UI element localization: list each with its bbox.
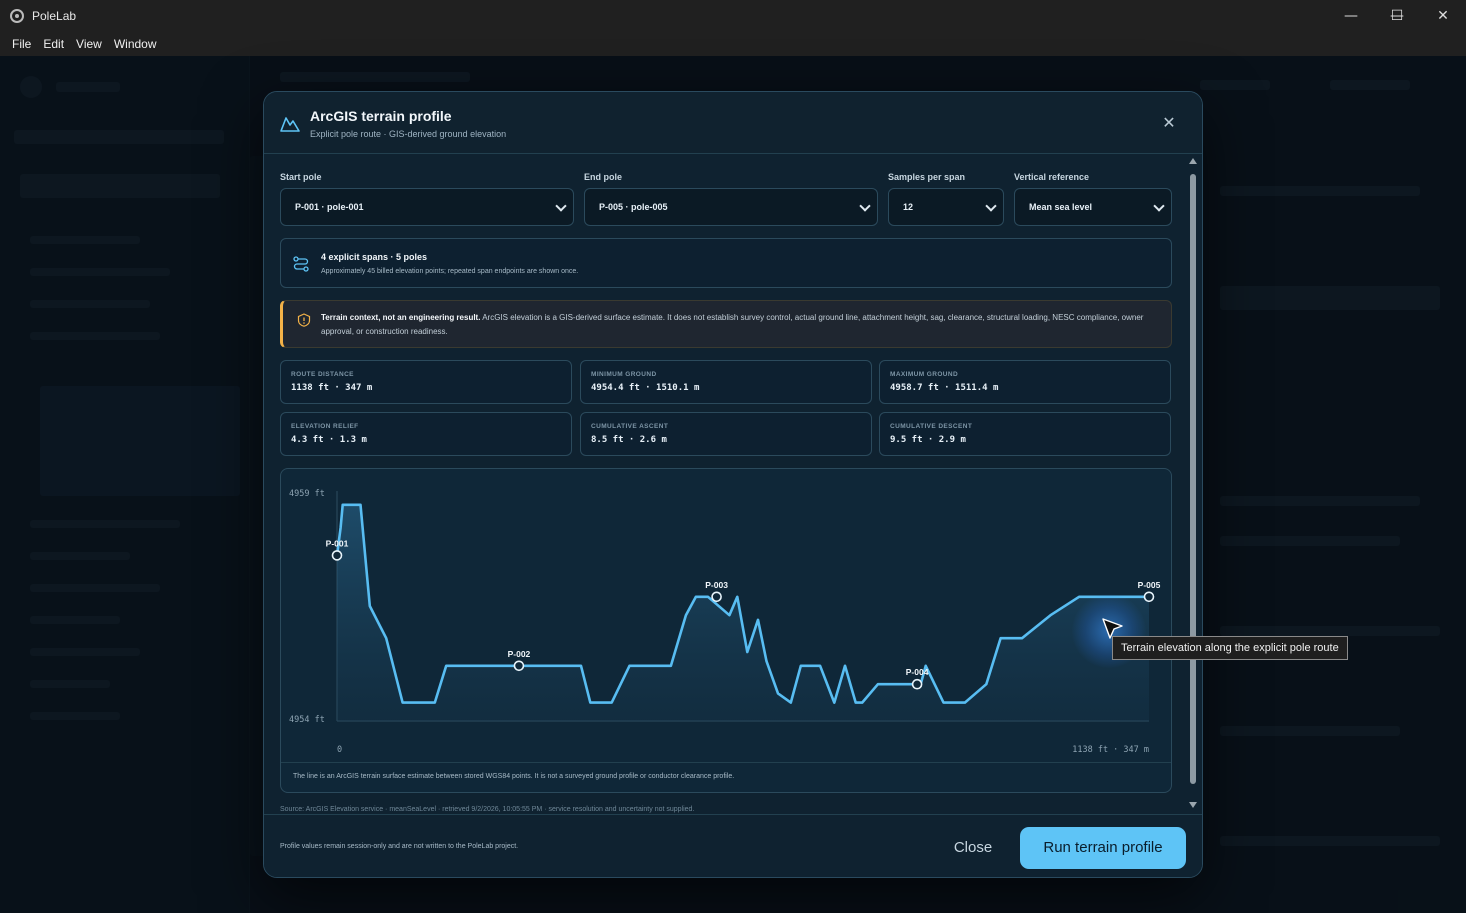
end-pole-label: End pole bbox=[584, 172, 622, 182]
stat-value: 9.5 ft · 2.9 m bbox=[890, 435, 966, 445]
chevron-down-icon bbox=[985, 200, 997, 212]
chart-tooltip: Terrain elevation along the explicit pol… bbox=[1112, 636, 1348, 660]
stat-cumulative-descent: CUMULATIVE DESCENT 9.5 ft · 2.9 m bbox=[879, 412, 1171, 456]
end-pole-value: P-005 · pole-005 bbox=[599, 202, 668, 212]
chevron-down-icon bbox=[1153, 200, 1165, 212]
pole-marker-p-002[interactable] bbox=[513, 660, 525, 672]
stat-elevation-relief: ELEVATION RELIEF 4.3 ft · 1.3 m bbox=[280, 412, 572, 456]
pole-label-p-003: P-003 bbox=[705, 580, 728, 590]
stat-value: 4.3 ft · 1.3 m bbox=[291, 435, 367, 445]
mountain-icon bbox=[280, 117, 300, 132]
x-start-label: 0 bbox=[337, 745, 342, 755]
stat-value: 8.5 ft · 2.6 m bbox=[591, 435, 667, 445]
stat-label: CUMULATIVE ASCENT bbox=[591, 423, 669, 430]
menu-edit[interactable]: Edit bbox=[39, 35, 68, 53]
terrain-profile-chart-card: 4959 ft 4954 ft 0 1138 ft · 347 m P-001 P… bbox=[280, 468, 1172, 793]
dialog-close-icon[interactable]: ✕ bbox=[1158, 112, 1180, 134]
vertical-reference-value: Mean sea level bbox=[1029, 202, 1093, 212]
pole-label-p-005: P-005 bbox=[1138, 580, 1161, 590]
pole-marker-p-003[interactable] bbox=[711, 591, 722, 603]
chevron-down-icon bbox=[555, 200, 567, 212]
samples-value: 12 bbox=[903, 202, 914, 212]
stat-label: MINIMUM GROUND bbox=[591, 371, 657, 378]
stat-maximum-ground: MAXIMUM GROUND 4958.7 ft · 1511.4 m bbox=[879, 360, 1171, 404]
pole-label-p-004: P-004 bbox=[906, 667, 929, 677]
source-attribution: Source: ArcGIS Elevation service · meanS… bbox=[280, 806, 695, 813]
terrain-profile-dialog: ArcGIS terrain profile Explicit pole rou… bbox=[263, 91, 1203, 878]
menu-view[interactable]: View bbox=[72, 35, 106, 53]
scroll-down-icon[interactable] bbox=[1189, 802, 1197, 808]
dialog-header: ArcGIS terrain profile Explicit pole rou… bbox=[264, 92, 1202, 154]
app-logo-icon bbox=[10, 9, 24, 23]
terrain-profile-chart: 4959 ft 4954 ft 0 1138 ft · 347 m P-001 P… bbox=[289, 489, 1161, 755]
dialog-scrollbar[interactable] bbox=[1186, 158, 1200, 810]
stat-value: 4954.4 ft · 1510.1 m bbox=[591, 383, 700, 393]
menu-window[interactable]: Window bbox=[110, 35, 161, 53]
summary-subtitle: Approximately 45 billed elevation points… bbox=[321, 268, 579, 275]
close-window-button[interactable]: ✕ bbox=[1420, 0, 1466, 32]
start-pole-select[interactable]: P-001 · pole-001 bbox=[280, 188, 574, 226]
title-bar: PoleLab — bbox=[0, 0, 1466, 32]
x-end-label: 1138 ft · 347 m bbox=[1072, 745, 1149, 755]
route-icon bbox=[293, 256, 309, 272]
dialog-title: ArcGIS terrain profile bbox=[310, 108, 452, 124]
stat-cumulative-ascent: CUMULATIVE ASCENT 8.5 ft · 2.6 m bbox=[580, 412, 872, 456]
warning-lead: Terrain context, not an engineering resu… bbox=[321, 313, 481, 322]
profile-area bbox=[337, 504, 1149, 721]
stat-route-distance: ROUTE DISTANCE 1138 ft · 347 m bbox=[280, 360, 572, 404]
dialog-subtitle: Explicit pole route · GIS-derived ground… bbox=[310, 129, 507, 139]
warning-icon bbox=[297, 313, 311, 327]
summary-title: 4 explicit spans · 5 poles bbox=[321, 252, 428, 262]
stat-label: ELEVATION RELIEF bbox=[291, 423, 359, 430]
vertical-reference-label: Vertical reference bbox=[1014, 172, 1090, 182]
pole-label-p-001: P-001 bbox=[326, 538, 349, 548]
end-pole-select[interactable]: P-005 · pole-005 bbox=[584, 188, 878, 226]
maximize-window-button[interactable]: ☐ bbox=[1374, 0, 1420, 32]
scroll-up-icon[interactable] bbox=[1189, 158, 1197, 164]
y-bottom-label: 4954 ft bbox=[289, 715, 325, 725]
stat-value: 1138 ft · 347 m bbox=[291, 383, 373, 393]
y-top-label: 4959 ft bbox=[289, 489, 325, 499]
footer-note: Profile values remain session-only and a… bbox=[280, 843, 519, 850]
stat-minimum-ground: MINIMUM GROUND 4954.4 ft · 1510.1 m bbox=[580, 360, 872, 404]
chevron-down-icon bbox=[859, 200, 871, 212]
stat-label: ROUTE DISTANCE bbox=[291, 371, 354, 378]
samples-select[interactable]: 12 bbox=[888, 188, 1004, 226]
vertical-reference-select[interactable]: Mean sea level bbox=[1014, 188, 1172, 226]
pole-label-p-002: P-002 bbox=[508, 649, 531, 659]
dialog-footer: Profile values remain session-only and a… bbox=[264, 814, 1202, 877]
samples-label: Samples per span bbox=[888, 172, 966, 182]
pole-marker-p-005[interactable] bbox=[1143, 591, 1155, 603]
chart-divider bbox=[281, 762, 1171, 763]
run-terrain-profile-button[interactable]: Run terrain profile bbox=[1020, 827, 1186, 869]
pole-marker-p-004[interactable] bbox=[911, 678, 923, 690]
menu-file[interactable]: File bbox=[8, 35, 35, 53]
close-button[interactable]: Close bbox=[944, 835, 1002, 861]
terrain-warning: Terrain context, not an engineering resu… bbox=[280, 300, 1172, 348]
stat-label: MAXIMUM GROUND bbox=[890, 371, 959, 378]
minimize-window-button[interactable]: — bbox=[1328, 0, 1374, 32]
start-pole-value: P-001 · pole-001 bbox=[295, 202, 364, 212]
route-summary: 4 explicit spans · 5 poles Approximately… bbox=[280, 238, 1172, 288]
pole-marker-p-001[interactable] bbox=[331, 550, 343, 561]
start-pole-label: Start pole bbox=[280, 172, 322, 182]
window-title: PoleLab bbox=[32, 9, 77, 23]
warning-text: Terrain context, not an engineering resu… bbox=[321, 311, 1161, 339]
stat-value: 4958.7 ft · 1511.4 m bbox=[890, 383, 999, 393]
chart-note: The line is an ArcGIS terrain surface es… bbox=[293, 773, 735, 780]
menu-bar: File Edit View Window bbox=[0, 32, 1466, 56]
dialog-body[interactable]: Start pole P-001 · pole-001 End pole P-0… bbox=[264, 154, 1202, 814]
scrollbar-thumb[interactable] bbox=[1190, 174, 1196, 784]
stat-label: CUMULATIVE DESCENT bbox=[890, 423, 973, 430]
